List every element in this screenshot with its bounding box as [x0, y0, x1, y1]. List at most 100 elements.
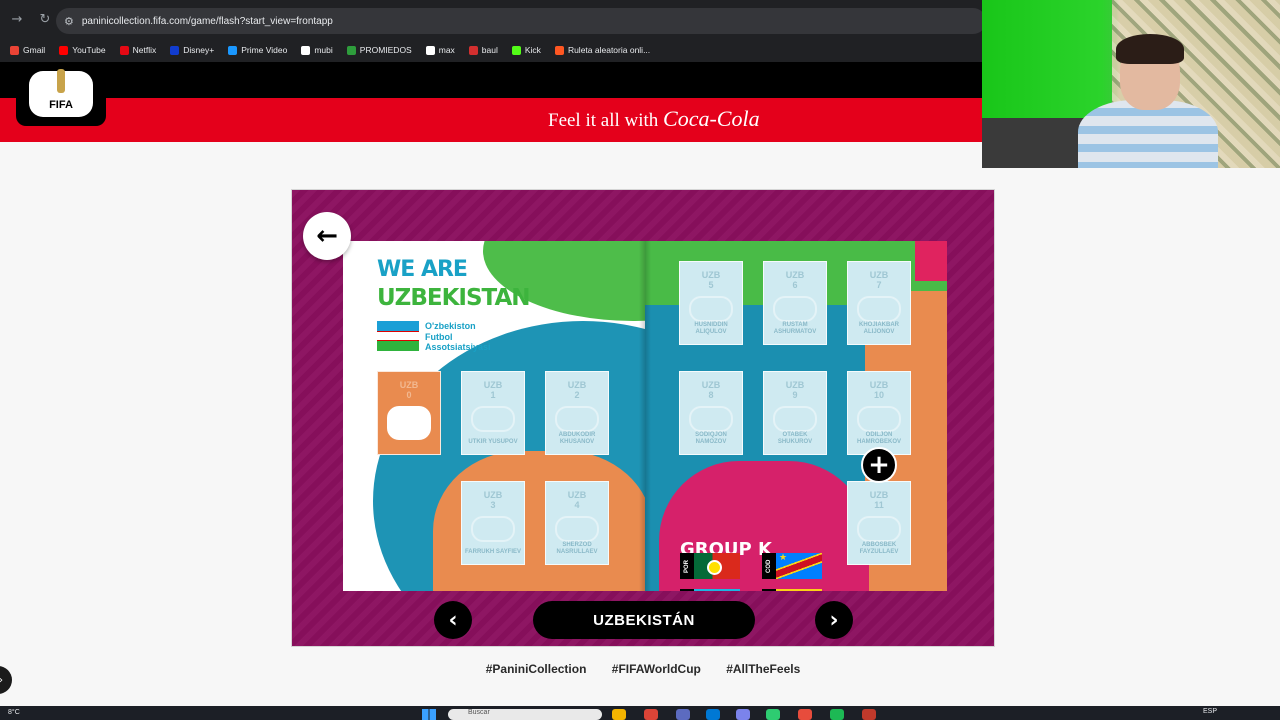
bookmark-item[interactable]: mubi	[301, 45, 333, 55]
bookmark-item[interactable]: Kick	[511, 45, 541, 55]
webcam-overlay	[982, 0, 1280, 168]
sticker-slot[interactable]: UZB 6 RUSTAM ASHURMATOV	[763, 261, 827, 345]
back-button[interactable]: ←	[303, 212, 351, 260]
player-name: SODIQJON NAMOZOV	[695, 432, 727, 445]
file-explorer-icon[interactable]	[612, 709, 626, 720]
webcam-desk	[982, 118, 1092, 168]
url-text: paninicollection.fifa.com/game/flash?sta…	[81, 15, 333, 27]
bookmark-item[interactable]: Netflix	[119, 45, 156, 55]
sticker-country-code: UZB	[701, 380, 721, 390]
team-code: UZB	[680, 589, 694, 591]
bookmark-item[interactable]: max	[425, 45, 455, 55]
sticker-number: 8	[708, 390, 714, 400]
bookmark-item[interactable]: Prime Video	[228, 45, 287, 55]
country-name-button[interactable]: UZBEKISTÁN	[533, 601, 755, 639]
spotify-icon[interactable]	[830, 709, 844, 720]
sticker-slot[interactable]: UZB 8 SODIQJON NAMOZOV	[679, 371, 743, 455]
sticker-placeholder-shape	[773, 296, 817, 322]
sticker-slot[interactable]: UZB 3 FARRUKH SAYFIEV	[461, 481, 525, 565]
sticker-code: UZB 8	[702, 380, 721, 400]
sticker-number: 9	[792, 390, 798, 400]
bookmark-item[interactable]: Ruleta aleatoria onli...	[554, 45, 650, 55]
federation-line: Futbol	[425, 331, 453, 342]
bookmark-label: baul	[481, 45, 498, 55]
sticker-slot[interactable]: UZB 9 OTABEK SHUKUROV	[763, 371, 827, 455]
team-flag	[694, 553, 740, 579]
bookmark-label: Gmail	[23, 45, 46, 55]
sticker-code: UZB 10	[870, 380, 889, 400]
sticker-number: 1	[490, 390, 496, 400]
team-flag	[694, 589, 740, 591]
bookmark-favicon-icon	[425, 45, 435, 55]
bookmark-label: mubi	[314, 45, 333, 55]
sticker-slot[interactable]: UZB 7 KHOJIAKBAR ALIJONOV	[847, 261, 911, 345]
player-name: SHERZOD NASRULLAEV	[556, 542, 598, 555]
fifa-logo[interactable]: FIFA	[16, 62, 106, 126]
sticker-slot[interactable]: UZB 1 UTKIR YUSUPOV	[461, 371, 525, 455]
fifa-badge: FIFA	[29, 69, 93, 117]
app-icon[interactable]	[676, 709, 690, 720]
teams-icon[interactable]	[736, 709, 750, 720]
sticker-country-code: UZB	[785, 380, 805, 390]
fifa-logo-text: FIFA	[49, 99, 73, 111]
weather-temperature[interactable]: 8°C	[8, 709, 20, 716]
screen: → ↻ ⚙ paninicollection.fifa.com/game/fla…	[0, 0, 1280, 720]
hashtag: #AllTheFeels	[726, 662, 801, 676]
address-bar[interactable]: ⚙ paninicollection.fifa.com/game/flash?s…	[56, 8, 986, 34]
add-sticker-button[interactable]: +	[861, 447, 897, 483]
bookmark-favicon-icon	[468, 45, 478, 55]
windows-start-icon[interactable]	[422, 709, 436, 720]
group-team: COL	[762, 589, 822, 591]
taskbar-search[interactable]: Buscar	[448, 709, 602, 720]
sticker-slot[interactable]: UZB 5 HUSNIDDIN ALIQULOV	[679, 261, 743, 345]
reload-icon[interactable]: ↻	[34, 8, 56, 30]
bookmark-item[interactable]: Gmail	[10, 45, 45, 55]
player-name: HUSNIDDIN ALIQULOV	[694, 322, 728, 335]
sticker-country-code: UZB	[785, 270, 805, 280]
team-flag	[776, 589, 822, 591]
sticker-number: 4	[574, 500, 580, 510]
sponsor-slogan: Feel it all with Coca-Cola	[548, 106, 760, 132]
app-icon[interactable]	[798, 709, 812, 720]
sticker-code: UZB 1	[484, 380, 503, 400]
app-icon[interactable]	[862, 709, 876, 720]
right-pink-corner	[915, 241, 947, 281]
sticker-placeholder-shape	[773, 406, 817, 432]
sticker-placeholder-shape	[471, 516, 515, 542]
group-team: COD	[762, 553, 822, 579]
player-name: ABBOSBEK FAYZULLAEV	[859, 542, 899, 555]
hashtag: #FIFAWorldCup	[611, 662, 701, 676]
album-spine	[639, 241, 651, 591]
bookmark-item[interactable]: baul	[468, 45, 498, 55]
sticker-country-code: UZB	[567, 490, 587, 500]
sticker-code: UZB 0	[400, 380, 419, 400]
sticker-slot[interactable]: UZB 4 SHERZOD NASRULLAEV	[545, 481, 609, 565]
forward-icon[interactable]: →	[6, 8, 28, 30]
bookmark-item[interactable]: PROMIEDOS	[346, 45, 412, 55]
language-indicator[interactable]: ESP	[1203, 708, 1217, 715]
sticker-slot[interactable]: UZB 10 ODILJON HAMROBEKOV	[847, 371, 911, 455]
federation-line: Assotsiatsiyasi	[425, 342, 491, 352]
bookmark-item[interactable]: Disney+	[170, 45, 214, 55]
next-page-button[interactable]: ›	[815, 601, 853, 639]
sticker-placeholder-shape	[857, 516, 901, 542]
sticker-slot[interactable]: UZB 11 ABBOSBEK FAYZULLAEV	[847, 481, 911, 565]
sticker-code: UZB 11	[870, 490, 889, 510]
sticker-slot[interactable]: UZB 0	[377, 371, 441, 455]
sticker-number: 6	[792, 280, 798, 290]
app-icon[interactable]	[766, 709, 780, 720]
site-info-icon[interactable]: ⚙	[64, 15, 74, 28]
chrome-icon[interactable]	[644, 709, 658, 720]
previous-page-button[interactable]: ‹	[434, 601, 472, 639]
bookmark-item[interactable]: YouTube	[59, 45, 106, 55]
sticker-code: UZB 9	[786, 380, 805, 400]
edge-icon[interactable]	[706, 709, 720, 720]
slogan-brand: Coca-Cola	[663, 106, 760, 131]
sticker-number: 3	[490, 500, 496, 510]
sticker-number: 7	[876, 280, 882, 290]
sticker-country-code: UZB	[483, 380, 503, 390]
bookmark-favicon-icon	[301, 45, 311, 55]
sticker-placeholder-shape	[555, 406, 599, 432]
sticker-slot[interactable]: UZB 2 ABDUKODIR KHUSANOV	[545, 371, 609, 455]
slogan-text: Feel it all with	[548, 110, 659, 131]
